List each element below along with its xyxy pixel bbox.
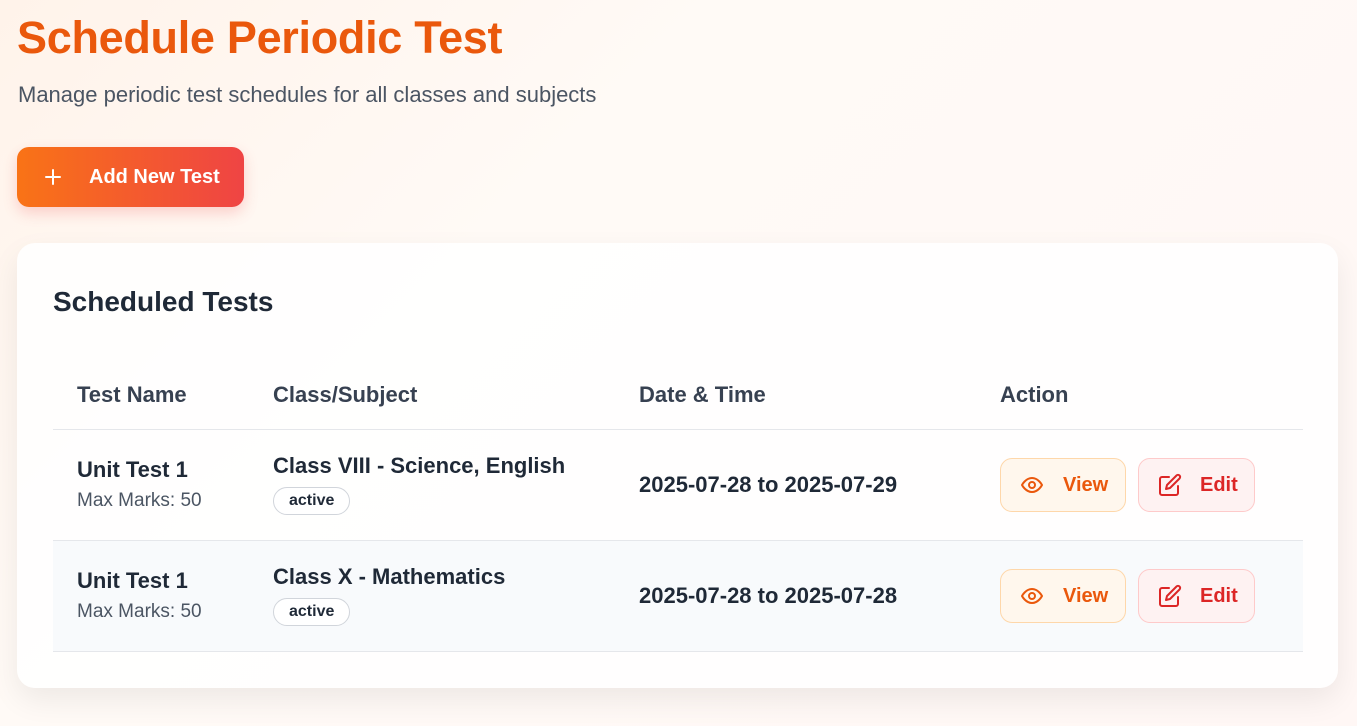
scheduled-tests-title: Scheduled Tests — [53, 286, 274, 317]
view-button[interactable]: View — [1000, 569, 1126, 623]
column-header-action: Action — [1000, 382, 1069, 407]
view-label: View — [1063, 584, 1109, 607]
column-header-class-subject: Class/Subject — [273, 382, 418, 407]
plus-icon — [17, 167, 89, 187]
edit-icon — [1139, 584, 1200, 608]
add-new-test-label: Add New Test — [89, 165, 220, 188]
table-header: Test Name Class/Subject Date & Time Acti… — [53, 368, 1303, 430]
column-header-date-time: Date & Time — [639, 382, 766, 407]
page-subtitle: Manage periodic test schedules for all c… — [18, 82, 597, 107]
add-new-test-button[interactable]: Add New Test — [17, 147, 244, 207]
edit-button[interactable]: Edit — [1138, 569, 1255, 623]
page-title: Schedule Periodic Test — [17, 12, 503, 63]
view-button[interactable]: View — [1000, 458, 1126, 512]
max-marks: Max Marks: 50 — [77, 490, 202, 511]
test-name: Unit Test 1 — [77, 568, 188, 593]
column-header-test-name: Test Name — [77, 382, 187, 407]
test-name: Unit Test 1 — [77, 457, 188, 482]
view-label: View — [1063, 473, 1109, 496]
eye-icon — [1001, 584, 1063, 608]
edit-label: Edit — [1200, 473, 1238, 496]
status-badge: active — [273, 487, 351, 515]
scheduled-tests-table: Test Name Class/Subject Date & Time Acti… — [53, 368, 1303, 652]
max-marks: Max Marks: 50 — [77, 601, 202, 622]
class-subject: Class X - Mathematics — [273, 564, 506, 589]
class-subject: Class VIII - Science, English — [273, 453, 566, 478]
edit-label: Edit — [1200, 584, 1238, 607]
table-row: Unit Test 1 Max Marks: 50 Class X - Math… — [53, 541, 1303, 652]
date-range: 2025-07-28 to 2025-07-28 — [639, 583, 898, 608]
test-name-cell: Unit Test 1 Max Marks: 50 — [77, 457, 202, 512]
test-name-cell: Unit Test 1 Max Marks: 50 — [77, 568, 202, 623]
edit-icon — [1139, 473, 1200, 497]
status-badge: active — [273, 598, 351, 626]
class-subject-cell: Class VIII - Science, English active — [273, 453, 565, 515]
table-row: Unit Test 1 Max Marks: 50 Class VIII - S… — [53, 430, 1303, 541]
class-subject-cell: Class X - Mathematics active — [273, 564, 505, 626]
eye-icon — [1001, 473, 1063, 497]
edit-button[interactable]: Edit — [1138, 458, 1255, 512]
date-range: 2025-07-28 to 2025-07-29 — [639, 472, 898, 497]
scheduled-tests-card: Scheduled Tests Test Name Class/Subject … — [17, 243, 1338, 688]
